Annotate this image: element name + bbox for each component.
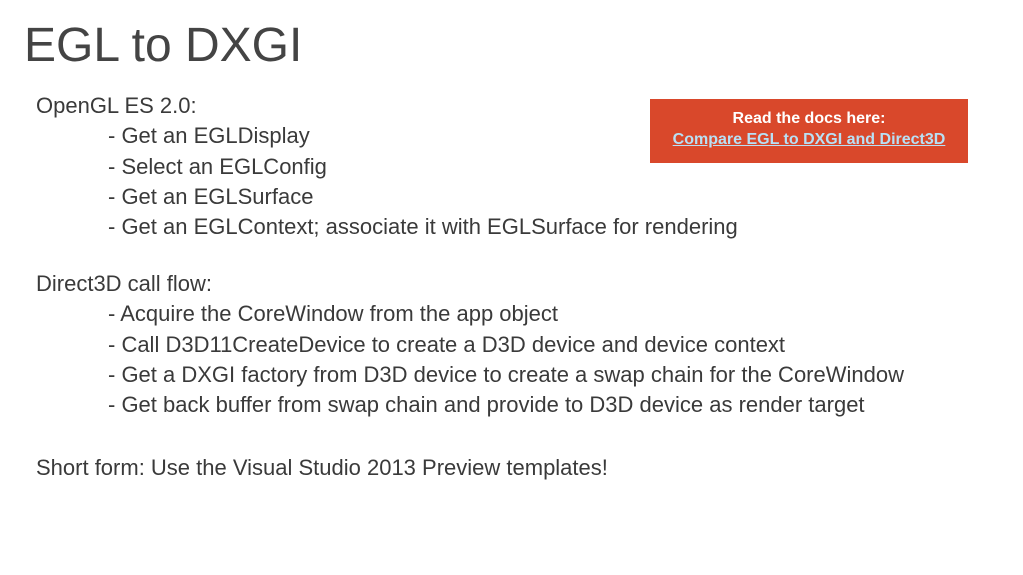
section2-bullet: - Call D3D11CreateDevice to create a D3D… <box>36 330 999 360</box>
section2-bullet: - Get a DXGI factory from D3D device to … <box>36 360 999 390</box>
section1-bullet: - Get an EGLSurface <box>36 182 999 212</box>
docs-link[interactable]: Compare EGL to DXGI and Direct3D <box>673 131 946 148</box>
callout-intro: Read the docs here: <box>662 109 956 130</box>
section1-bullet: - Get an EGLContext; associate it with E… <box>36 212 999 242</box>
section2-bullet: - Acquire the CoreWindow from the app ob… <box>36 299 999 329</box>
slide-title: EGL to DXGI <box>24 18 999 73</box>
slide: EGL to DXGI OpenGL ES 2.0: - Get an EGLD… <box>0 0 1023 501</box>
section2-heading: Direct3D call flow: <box>36 269 999 299</box>
docs-callout: Read the docs here: Compare EGL to DXGI … <box>650 99 968 163</box>
section2-bullet: - Get back buffer from swap chain and pr… <box>36 390 999 420</box>
shortform-text: Short form: Use the Visual Studio 2013 P… <box>36 453 999 483</box>
